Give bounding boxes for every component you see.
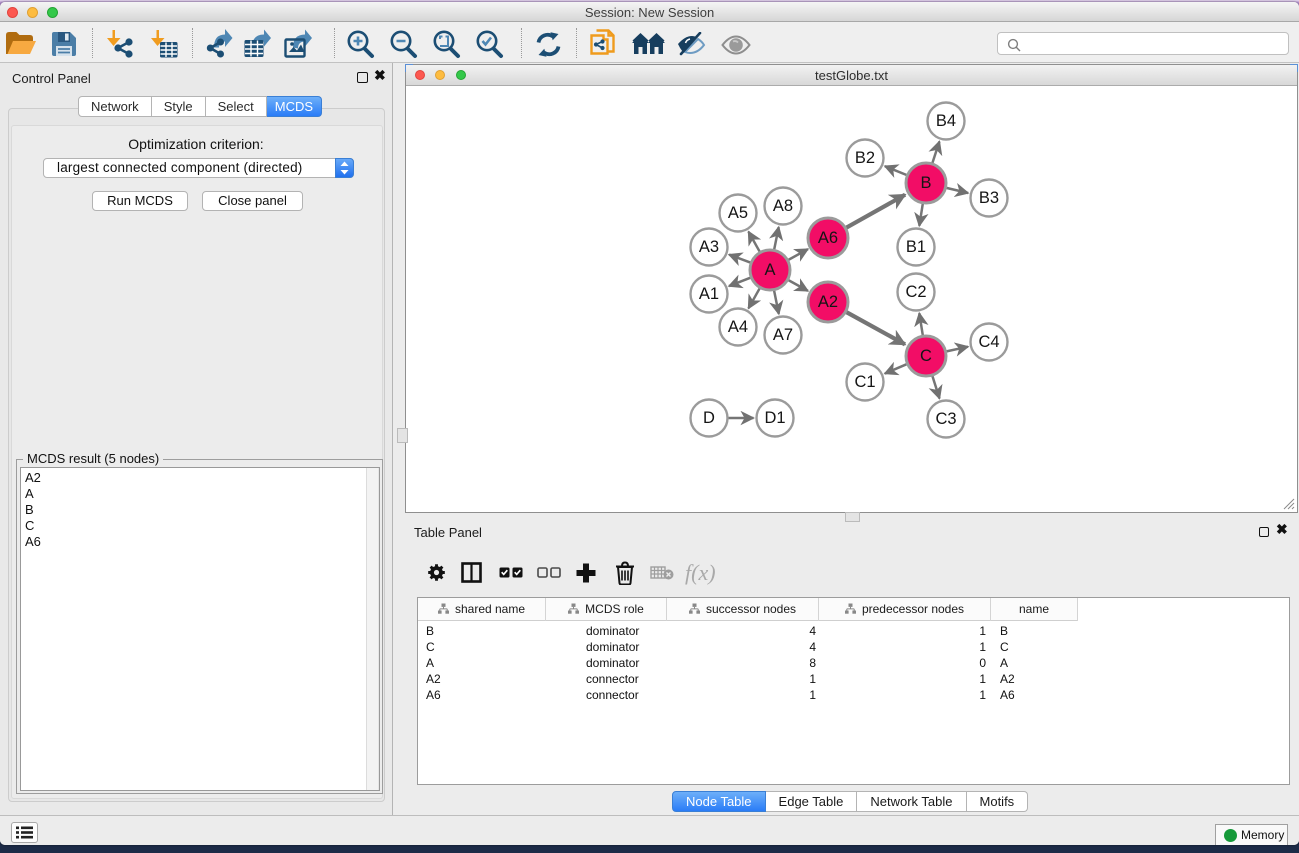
- svg-text:C: C: [920, 347, 932, 365]
- svg-text:A3: A3: [699, 238, 719, 256]
- svg-text:C4: C4: [978, 333, 999, 351]
- svg-text:B2: B2: [855, 149, 875, 167]
- svg-text:A7: A7: [773, 326, 793, 344]
- svg-text:D: D: [703, 409, 715, 427]
- svg-text:C2: C2: [905, 283, 926, 301]
- svg-text:C1: C1: [854, 373, 875, 391]
- svg-text:D1: D1: [764, 409, 785, 427]
- svg-text:B4: B4: [936, 112, 956, 130]
- svg-text:A2: A2: [818, 293, 838, 311]
- svg-text:A8: A8: [773, 197, 793, 215]
- svg-text:A: A: [764, 261, 775, 279]
- svg-text:A1: A1: [699, 285, 719, 303]
- svg-text:B3: B3: [979, 189, 999, 207]
- svg-text:A6: A6: [818, 229, 838, 247]
- svg-text:A5: A5: [728, 204, 748, 222]
- svg-text:C3: C3: [935, 410, 956, 428]
- svg-text:B1: B1: [906, 238, 926, 256]
- svg-text:B: B: [920, 174, 931, 192]
- svg-text:A4: A4: [728, 318, 748, 336]
